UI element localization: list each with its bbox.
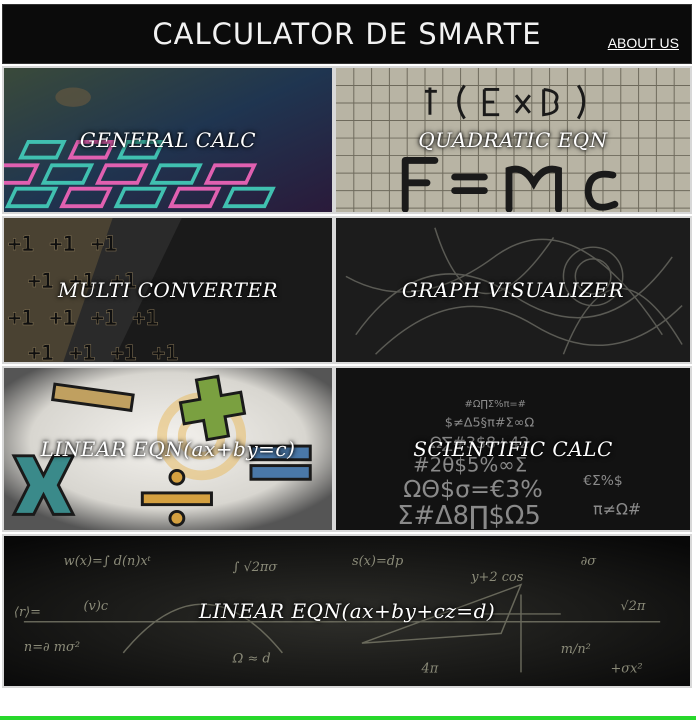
svg-text:∫ √2πσ: ∫ √2πσ bbox=[233, 560, 279, 575]
bottom-accent-bar bbox=[0, 716, 696, 720]
linear-eqn-3var-tile[interactable]: w(x)=∫ d(n)xᵗ ∫ √2πσ s(x)=dp y+2 cos ∂σ … bbox=[2, 534, 692, 688]
svg-text:4π: 4π bbox=[421, 661, 439, 676]
svg-text:+1: +1 bbox=[132, 306, 158, 331]
svg-text:∂σ: ∂σ bbox=[581, 554, 598, 569]
svg-text:m/n²: m/n² bbox=[561, 642, 591, 657]
general-calc-label: GENERAL CALC bbox=[79, 128, 257, 152]
svg-text:+1: +1 bbox=[91, 232, 117, 257]
app-header: CALCULATOR DE SMARTE ABOUT US bbox=[2, 4, 692, 64]
svg-text:s(x)=dp: s(x)=dp bbox=[352, 554, 403, 569]
svg-text:n=∂ mσ²: n=∂ mσ² bbox=[24, 640, 80, 655]
multi-converter-label: MULTI CONVERTER bbox=[57, 278, 279, 302]
svg-text:+1: +1 bbox=[49, 232, 75, 257]
about-us-link[interactable]: ABOUT US bbox=[608, 35, 679, 51]
svg-text:y+2 cos: y+2 cos bbox=[470, 570, 524, 585]
svg-text:+1: +1 bbox=[69, 341, 95, 362]
svg-text:+1: +1 bbox=[8, 232, 34, 257]
svg-text:w(x)=∫ d(n)xᵗ: w(x)=∫ d(n)xᵗ bbox=[64, 554, 152, 569]
svg-text:+1: +1 bbox=[49, 306, 75, 331]
scientific-calc-tile[interactable]: #Ω∏Σ%π=# $≠Δ5§π#Σ∞Ω Ω∑#3$8+42 #2θ$5%∞Σ Ω… bbox=[334, 366, 692, 532]
svg-text:€Σ%$: €Σ%$ bbox=[583, 473, 623, 489]
linear-eqn-2var-tile[interactable]: LINEAR EQN(ax+by=c) bbox=[2, 366, 334, 532]
svg-text:π≠Ω#: π≠Ω# bbox=[593, 499, 641, 518]
svg-text:+1: +1 bbox=[152, 341, 178, 362]
scientific-calc-label: SCIENTIFIC CALC bbox=[413, 437, 613, 461]
svg-text:+σx²: +σx² bbox=[610, 661, 642, 676]
svg-text:+1: +1 bbox=[91, 306, 117, 331]
svg-text:Σ#Δ8∏$Ω5: Σ#Δ8∏$Ω5 bbox=[397, 501, 540, 530]
graph-visualizer-tile[interactable]: GRAPH VISUALIZER bbox=[334, 216, 692, 364]
multi-converter-tile[interactable]: +1 +1 +1 +1 +1 +1 +1 +1 +1 +1 +1 +1 +1 +1 MULTI CO… bbox=[2, 216, 334, 364]
svg-text:+1: +1 bbox=[8, 306, 34, 331]
svg-text:+1: +1 bbox=[111, 341, 137, 362]
quadratic-eqn-label: QUADRATIC EQN bbox=[418, 128, 608, 152]
svg-text:+1: +1 bbox=[28, 341, 54, 362]
linear-eqn-2var-label: LINEAR EQN(ax+by=c) bbox=[40, 437, 296, 461]
general-calc-tile[interactable]: GENERAL CALC bbox=[2, 66, 334, 214]
app-title: CALCULATOR DE SMARTE bbox=[152, 17, 542, 51]
graph-visualizer-label: GRAPH VISUALIZER bbox=[401, 278, 625, 302]
quadratic-eqn-tile[interactable]: QUADRATIC EQN bbox=[334, 66, 692, 214]
svg-text:#Ω∏Σ%π=#: #Ω∏Σ%π=# bbox=[465, 399, 526, 410]
svg-text:Ω ≈ d: Ω ≈ d bbox=[232, 652, 271, 667]
linear-eqn-3var-label: LINEAR EQN(ax+by+cz=d) bbox=[198, 599, 496, 623]
svg-text:$≠Δ5§π#Σ∞Ω: $≠Δ5§π#Σ∞Ω bbox=[445, 416, 535, 431]
svg-text:ΩΘ$σ=€3%: ΩΘ$σ=€3% bbox=[403, 475, 543, 503]
